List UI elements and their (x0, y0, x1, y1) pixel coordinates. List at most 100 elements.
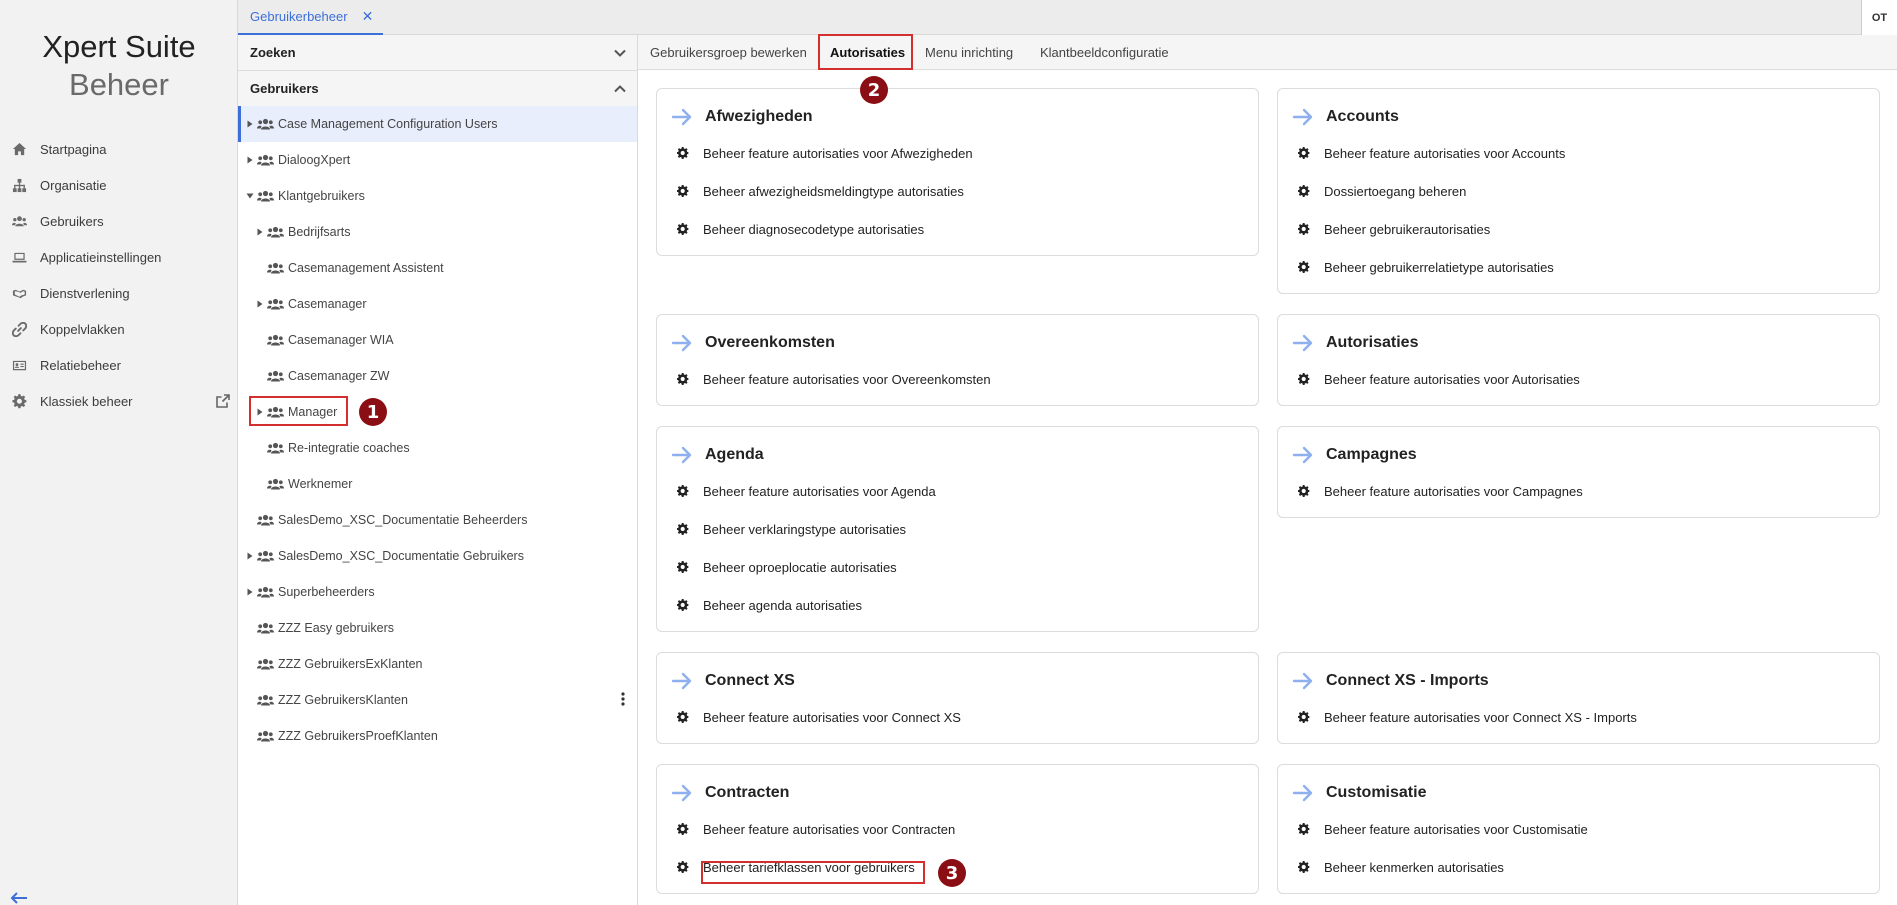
step-badge-3: 3 (938, 859, 966, 887)
tree-row[interactable]: Superbeheerders (238, 574, 637, 610)
caret-right-icon[interactable] (245, 587, 255, 597)
card-title[interactable]: Connect XS - Imports (1292, 667, 1489, 695)
arrow-right-icon (1292, 107, 1314, 127)
handshake-icon (11, 285, 27, 301)
arrow-right-icon (1292, 445, 1314, 465)
collapse-sidebar-arrow-icon[interactable] (10, 892, 28, 904)
authorization-link-label: Beheer feature autorisaties voor Campagn… (1324, 483, 1583, 499)
card-title[interactable]: Connect XS (671, 667, 795, 695)
card-title[interactable]: Campagnes (1292, 441, 1417, 469)
tree-row[interactable]: ZZZ GebruikersKlanten (238, 682, 637, 718)
tab-klantbeeldconfiguratie[interactable]: Klantbeeldconfiguratie (1040, 35, 1169, 70)
tree-row[interactable]: Case Management Configuration Users (238, 106, 637, 142)
authorization-card: Connect XS Beheer feature autorisaties vo… (656, 652, 1259, 744)
authorization-link[interactable]: Beheer diagnosecodetype autorisaties (677, 217, 924, 241)
tree-row[interactable]: ZZZ GebruikersExKlanten (238, 646, 637, 682)
caret-right-icon[interactable] (255, 227, 265, 237)
authorization-link[interactable]: Beheer feature autorisaties voor Afwezig… (677, 141, 973, 165)
tree-row[interactable]: Casemanagement Assistent (238, 250, 637, 286)
nav-label: Klassiek beheer (40, 393, 133, 409)
tree-row[interactable]: SalesDemo_XSC_Documentatie Gebruikers (238, 538, 637, 574)
authorization-link[interactable]: Beheer feature autorisaties voor Connect… (1298, 705, 1637, 729)
search-section-header[interactable]: Zoeken (238, 35, 637, 71)
card-title[interactable]: Autorisaties (1292, 329, 1418, 357)
caret-right-icon[interactable] (255, 299, 265, 309)
user-group-tree-panel: Zoeken Gebruikers Case Management Config… (238, 35, 638, 905)
nav-item-klassiek-beheer[interactable]: Klassiek beheer (0, 383, 238, 419)
nav-item-organisatie[interactable]: Organisatie (0, 167, 238, 203)
nav-item-gebruikers[interactable]: Gebruikers (0, 203, 238, 239)
gear-icon (1298, 861, 1310, 873)
authorization-link[interactable]: Beheer gebruikerrelatietype autorisaties (1298, 255, 1554, 279)
nav-item-startpagina[interactable]: Startpagina (0, 131, 238, 167)
tree-row[interactable]: DialoogXpert (238, 142, 637, 178)
nav-item-applicatieinstellingen[interactable]: Applicatieinstellingen (0, 239, 238, 275)
caret-right-icon[interactable] (245, 119, 255, 129)
nav-item-relatiebeheer[interactable]: Relatiebeheer (0, 347, 238, 383)
authorization-link[interactable]: Beheer gebruikerautorisaties (1298, 217, 1490, 241)
authorization-link[interactable]: Beheer feature autorisaties voor Customi… (1298, 817, 1588, 841)
authorization-link[interactable]: Beheer feature autorisaties voor Contrac… (677, 817, 955, 841)
caret-right-icon[interactable] (245, 155, 255, 165)
users-group-icon (267, 333, 285, 347)
authorization-link[interactable]: Beheer feature autorisaties voor Overeen… (677, 367, 991, 391)
nav-item-koppelvlakken[interactable]: Koppelvlakken (0, 311, 238, 347)
users-icon (11, 213, 27, 229)
authorization-link[interactable]: Beheer feature autorisaties voor Connect… (677, 705, 961, 729)
tab-gebruikersgroep-bewerken[interactable]: Gebruikersgroep bewerken (650, 35, 807, 70)
authorization-card: Afwezigheden Beheer feature autorisaties … (656, 88, 1259, 256)
tree-row[interactable]: ZZZ GebruikersProefKlanten (238, 718, 637, 754)
users-section-header[interactable]: Gebruikers (238, 71, 637, 107)
authorization-link[interactable]: Dossiertoegang beheren (1298, 179, 1466, 203)
tree-row[interactable]: Casemanager ZW (238, 358, 637, 394)
caret-down-icon[interactable] (245, 191, 255, 201)
authorization-link[interactable]: Beheer feature autorisaties voor Autoris… (1298, 367, 1580, 391)
nav-item-dienstverlening[interactable]: Dienstverlening (0, 275, 238, 311)
caret-right-icon[interactable] (245, 551, 255, 561)
external-link-icon[interactable] (216, 394, 230, 408)
authorization-link[interactable]: Beheer kenmerken autorisaties (1298, 855, 1504, 879)
tree-row[interactable]: ZZZ Easy gebruikers (238, 610, 637, 646)
caret-right-icon (255, 479, 265, 489)
tree-row[interactable]: SalesDemo_XSC_Documentatie Beheerders (238, 502, 637, 538)
id-card-icon (11, 357, 27, 373)
authorization-card: Accounts Beheer feature autorisaties voor… (1277, 88, 1880, 294)
authorization-link[interactable]: Beheer verklaringstype autorisaties (677, 517, 906, 541)
tree-row[interactable]: Casemanager WIA (238, 322, 637, 358)
tab-menu-inrichting[interactable]: Menu inrichting (925, 35, 1013, 70)
card-title[interactable]: Overeenkomsten (671, 329, 835, 357)
authorization-link-label: Beheer gebruikerrelatietype autorisaties (1324, 259, 1554, 275)
card-title[interactable]: Afwezigheden (671, 103, 813, 131)
more-options-icon[interactable] (621, 692, 625, 706)
authorization-link[interactable]: Beheer oproeplocatie autorisaties (677, 555, 897, 579)
tab-label: Gebruikerbeheer (250, 9, 348, 24)
authorization-link[interactable]: Beheer feature autorisaties voor Agenda (677, 479, 936, 503)
authorization-link[interactable]: Beheer agenda autorisaties (677, 593, 862, 617)
nav-label: Relatiebeheer (40, 357, 121, 373)
card-title[interactable]: Accounts (1292, 103, 1399, 131)
tree-row[interactable]: Klantgebruikers (238, 178, 637, 214)
caret-right-icon (245, 695, 255, 705)
caret-right-icon (245, 731, 255, 741)
step-badge-2: 2 (860, 76, 888, 104)
tree-row[interactable]: Casemanager (238, 286, 637, 322)
authorization-link-label: Beheer oproeplocatie autorisaties (703, 559, 897, 575)
arrow-right-icon (671, 107, 693, 127)
tree-row[interactable]: Werknemer (238, 466, 637, 502)
tree-row-label: Werknemer (288, 477, 353, 491)
card-title[interactable]: Customisatie (1292, 779, 1426, 807)
card-title[interactable]: Contracten (671, 779, 789, 807)
tree-row[interactable]: Re-integratie coaches (238, 430, 637, 466)
authorization-link[interactable]: Beheer feature autorisaties voor Campagn… (1298, 479, 1583, 503)
nav-label: Dienstverlening (40, 285, 130, 301)
card-title[interactable]: Agenda (671, 441, 764, 469)
user-avatar[interactable]: OT (1861, 0, 1897, 35)
close-tab-icon[interactable]: ✕ (362, 8, 374, 25)
authorization-link-label: Beheer gebruikerautorisaties (1324, 221, 1491, 237)
tab-gebruikerbeheer[interactable]: Gebruikerbeheer ✕ (238, 0, 383, 35)
authorization-link[interactable]: Beheer feature autorisaties voor Account… (1298, 141, 1565, 165)
authorization-link[interactable]: Beheer afwezigheidsmeldingtype autorisat… (677, 179, 964, 203)
tree-row-label: SalesDemo_XSC_Documentatie Beheerders (278, 513, 528, 527)
tree-row[interactable]: Bedrijfsarts (238, 214, 637, 250)
card-title-text: Autorisaties (1326, 334, 1419, 351)
